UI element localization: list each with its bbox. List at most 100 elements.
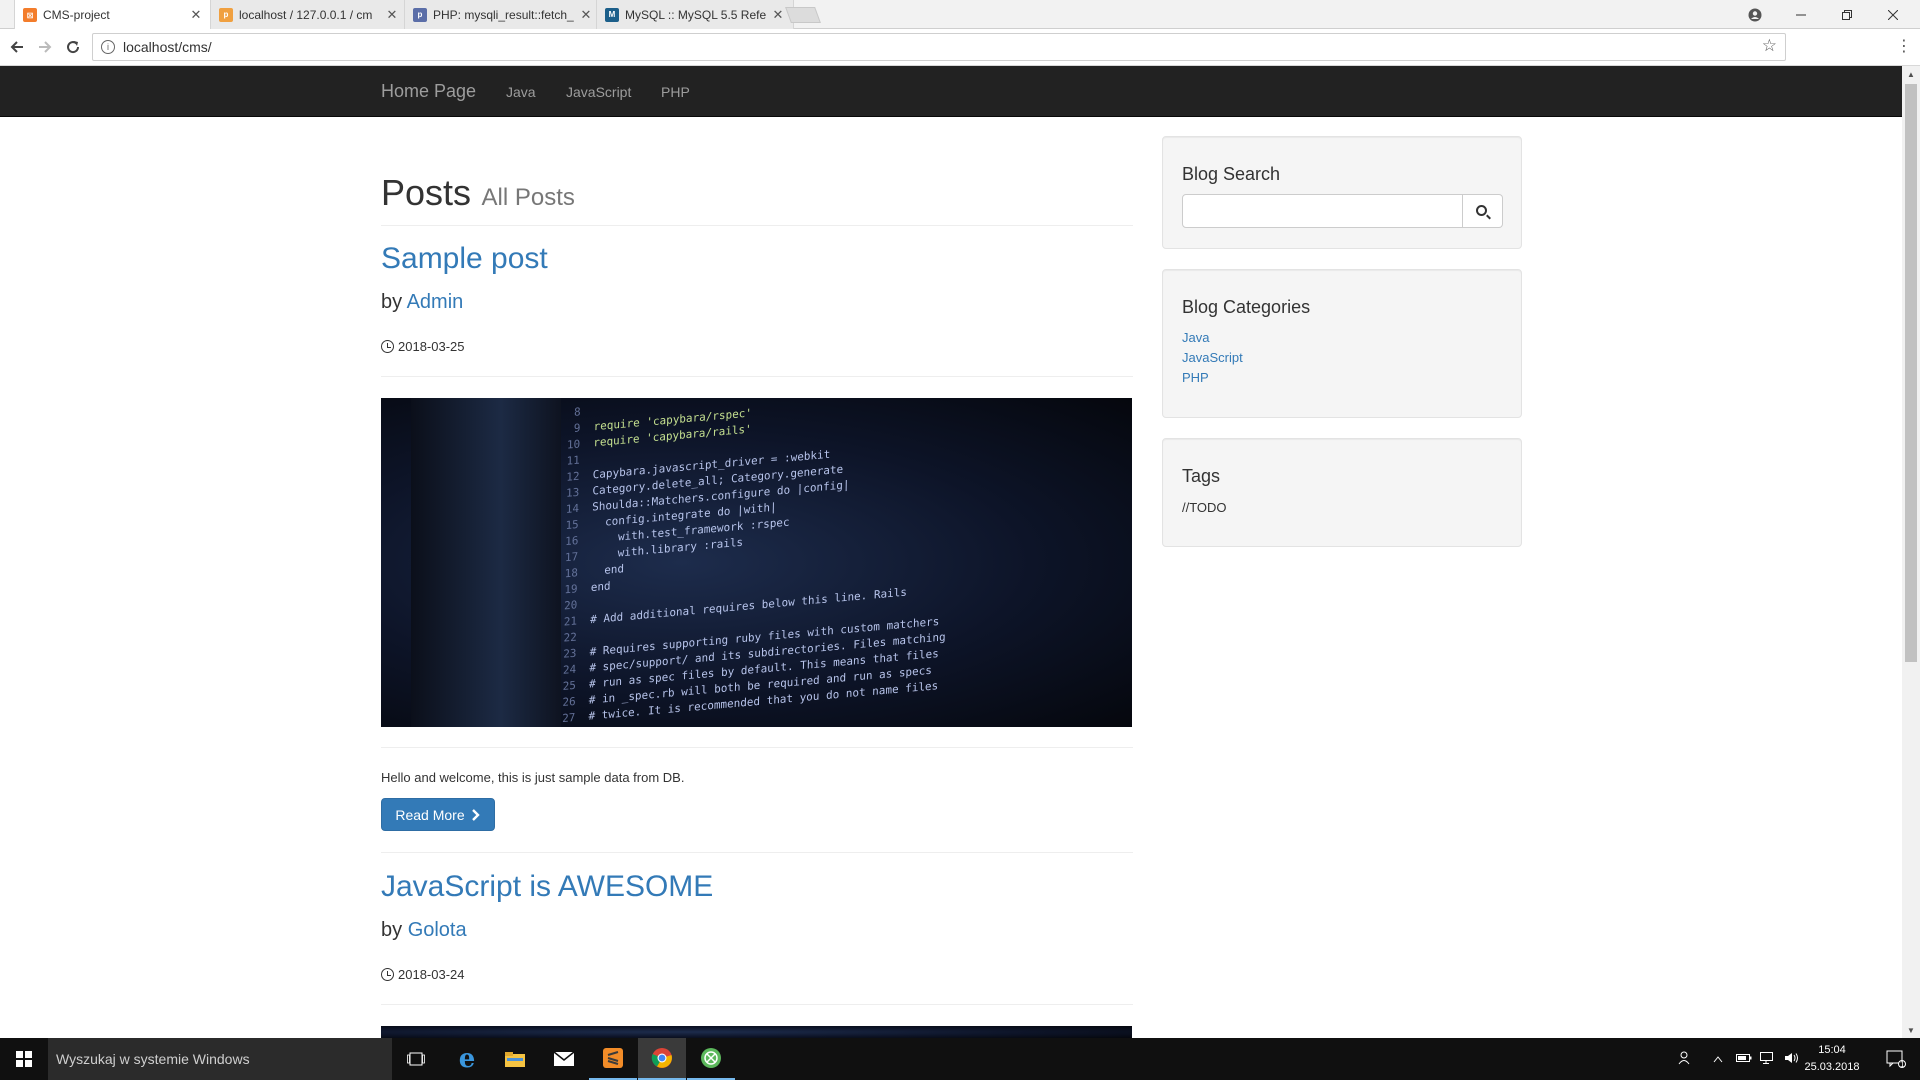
- tab-title: MySQL :: MySQL 5.5 Refe: [625, 7, 767, 22]
- post-author-line: by Admin: [381, 291, 463, 314]
- php-icon: p: [413, 7, 427, 22]
- post-excerpt: Hello and welcome, this is just sample d…: [381, 770, 685, 785]
- tab-title: CMS-project: [43, 8, 110, 22]
- tab-close-icon[interactable]: ✕: [189, 7, 203, 23]
- chrome-icon[interactable]: [638, 1038, 686, 1080]
- code-line-number: 14: [559, 500, 593, 517]
- post-author-link[interactable]: Admin: [407, 291, 464, 313]
- code-line-number: 22: [556, 629, 591, 646]
- code-line-text: end: [590, 579, 611, 595]
- reload-icon[interactable]: [62, 36, 84, 58]
- search-button[interactable]: [1463, 194, 1503, 228]
- page-scrollbar[interactable]: ▲ ▼: [1902, 66, 1920, 1038]
- minimize-icon[interactable]: [1778, 0, 1824, 29]
- post-title-link[interactable]: Sample post: [381, 242, 548, 276]
- code-line-number: 25: [555, 677, 590, 694]
- action-center-icon[interactable]: 1: [1872, 1038, 1920, 1080]
- browser-tab-mysql-docs[interactable]: M MySQL :: MySQL 5.5 Refe ✕: [596, 0, 794, 29]
- browser-menu-icon[interactable]: ⋮: [1896, 36, 1912, 56]
- windows-start-button[interactable]: [0, 1038, 48, 1080]
- navbar-brand[interactable]: Home Page: [381, 81, 476, 102]
- editor-sidebar-blur: [411, 398, 561, 727]
- scroll-down-icon[interactable]: ▼: [1902, 1022, 1920, 1038]
- code-line-number: 20: [557, 597, 591, 614]
- restore-icon[interactable]: [1824, 0, 1870, 29]
- clock-time: 15:04: [1818, 1044, 1846, 1056]
- sublime-text-icon[interactable]: [589, 1038, 637, 1080]
- search-input-group: [1182, 194, 1503, 228]
- tags-widget: Tags //TODO: [1162, 438, 1522, 547]
- scroll-up-icon[interactable]: ▲: [1902, 66, 1920, 82]
- people-icon[interactable]: [1672, 1051, 1698, 1068]
- nav-link-php[interactable]: PHP: [661, 84, 690, 100]
- site-navbar: Home Page Java JavaScript PHP: [0, 66, 1902, 117]
- nav-link-javascript[interactable]: JavaScript: [566, 84, 631, 100]
- code-line-number: 11: [559, 452, 594, 469]
- mail-icon[interactable]: [540, 1038, 588, 1080]
- tab-close-icon[interactable]: ✕: [579, 7, 593, 23]
- browser-tab-phpmyadmin[interactable]: p localhost / 127.0.0.1 / cm ✕: [210, 0, 408, 29]
- category-link-php[interactable]: PHP: [1182, 370, 1209, 385]
- url-text: localhost/cms/: [123, 39, 212, 55]
- blog-categories-widget: Blog Categories Java JavaScript PHP: [1162, 269, 1522, 418]
- code-line-number: 19: [557, 581, 591, 598]
- code-line-number: 13: [559, 484, 593, 501]
- bookmark-star-icon[interactable]: ☆: [1762, 36, 1777, 56]
- taskbar-search-box[interactable]: Wyszukaj w systemie Windows: [48, 1038, 392, 1080]
- task-view-icon[interactable]: [392, 1038, 440, 1080]
- post-date-text: 2018-03-24: [398, 967, 465, 982]
- address-bar[interactable]: i localhost/cms/ ☆: [92, 33, 1786, 61]
- divider: [381, 852, 1133, 853]
- code-line-number: 21: [557, 613, 591, 630]
- network-icon[interactable]: [1756, 1051, 1780, 1067]
- system-clock[interactable]: 15:04 25.03.2018: [1800, 1042, 1864, 1076]
- tags-title: Tags: [1182, 466, 1221, 486]
- tab-close-icon[interactable]: ✕: [385, 7, 399, 23]
- profile-icon[interactable]: [1732, 0, 1778, 29]
- browser-tab-cms-project[interactable]: ⊠ CMS-project ✕: [14, 0, 212, 30]
- back-arrow-icon[interactable]: [6, 36, 28, 58]
- post-title-link[interactable]: JavaScript is AWESOME: [381, 870, 713, 904]
- address-bar-row: i localhost/cms/ ☆ ⋮: [0, 29, 1920, 66]
- chevron-up-icon[interactable]: [1704, 1052, 1732, 1066]
- code-line-number: 26: [555, 693, 589, 710]
- scrollbar-thumb[interactable]: [1905, 84, 1917, 662]
- new-tab-button[interactable]: [785, 7, 821, 23]
- site-info-icon[interactable]: i: [101, 40, 115, 54]
- file-explorer-icon[interactable]: [491, 1038, 539, 1080]
- window-controls: [1732, 0, 1916, 29]
- nav-link-java[interactable]: Java: [506, 84, 536, 100]
- read-more-button[interactable]: Read More: [381, 798, 495, 831]
- category-link-java[interactable]: Java: [1182, 330, 1209, 345]
- post-author-line: by Golota: [381, 919, 467, 942]
- post-author-link[interactable]: Golota: [408, 919, 467, 941]
- search-icon: [1476, 204, 1487, 216]
- battery-icon[interactable]: [1732, 1052, 1756, 1066]
- tags-text: //TODO: [1182, 500, 1227, 515]
- edge-browser-icon[interactable]: e: [443, 1038, 491, 1080]
- chevron-right-icon: [471, 808, 480, 821]
- windows-taskbar: Wyszukaj w systemie Windows e 15:04 25.0…: [0, 1038, 1920, 1080]
- code-line-number: 9: [560, 420, 594, 437]
- page-header: Posts All Posts: [381, 172, 1133, 226]
- by-label: by: [381, 291, 403, 313]
- code-line-number: 8: [560, 404, 594, 421]
- post-date-text: 2018-03-25: [398, 339, 465, 354]
- code-line-number: 12: [559, 468, 593, 485]
- close-window-icon[interactable]: [1870, 0, 1916, 29]
- post-date: 2018-03-24: [381, 967, 465, 982]
- mysql-icon: M: [605, 7, 619, 22]
- code-lines: 8 9 require 'capybara/rspec' 10 require …: [555, 398, 1079, 727]
- forward-arrow-icon[interactable]: [34, 36, 56, 58]
- xampp-control-icon[interactable]: [687, 1038, 735, 1080]
- page-subtitle: All Posts: [481, 184, 575, 211]
- phpmyadmin-icon: p: [219, 7, 233, 22]
- search-input[interactable]: [1182, 194, 1463, 228]
- category-link-javascript[interactable]: JavaScript: [1182, 350, 1243, 365]
- browser-tab-php-docs[interactable]: p PHP: mysqli_result::fetch_ ✕: [404, 0, 602, 29]
- tab-close-icon[interactable]: ✕: [771, 7, 785, 23]
- page-title: Posts: [381, 172, 472, 213]
- tab-title: PHP: mysqli_result::fetch_: [433, 7, 574, 22]
- code-line-number: 18: [557, 564, 592, 581]
- notification-count: 1: [1900, 1060, 1905, 1069]
